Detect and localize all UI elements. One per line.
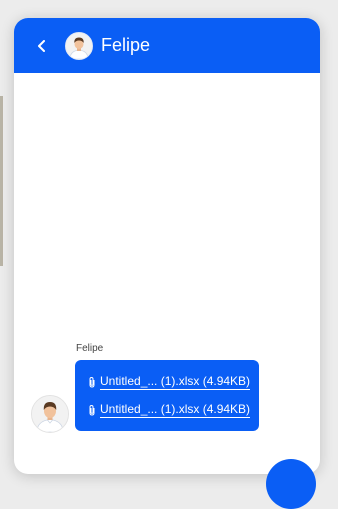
paperclip-icon	[89, 376, 95, 388]
attachment-link[interactable]: Untitled_... (1).xlsx (4.94KB)	[87, 374, 251, 390]
back-button[interactable]	[31, 35, 53, 57]
attachment-filename: Untitled_... (1).xlsx (4.94KB)	[100, 402, 251, 418]
contact-name: Felipe	[101, 35, 151, 55]
message-bubble: Untitled_... (1).xlsx (4.94KB) Untitled_…	[75, 360, 259, 431]
message-sender-name: Felipe	[76, 343, 104, 354]
chat-launcher-button[interactable]	[266, 459, 316, 509]
attachment-link[interactable]: Untitled_... (1).xlsx (4.94KB)	[87, 402, 251, 418]
paperclip-icon	[89, 404, 95, 416]
chat-header: Felipe	[14, 18, 320, 73]
background-image-edge	[0, 96, 3, 266]
sender-avatar	[31, 395, 69, 433]
chevron-left-icon	[38, 39, 45, 52]
attachment-filename: Untitled_... (1).xlsx (4.94KB)	[100, 374, 251, 390]
chat-window: Felipe Felipe Untitled_... (1).xlsx (4.9…	[14, 18, 320, 474]
contact-avatar[interactable]	[65, 31, 93, 60]
